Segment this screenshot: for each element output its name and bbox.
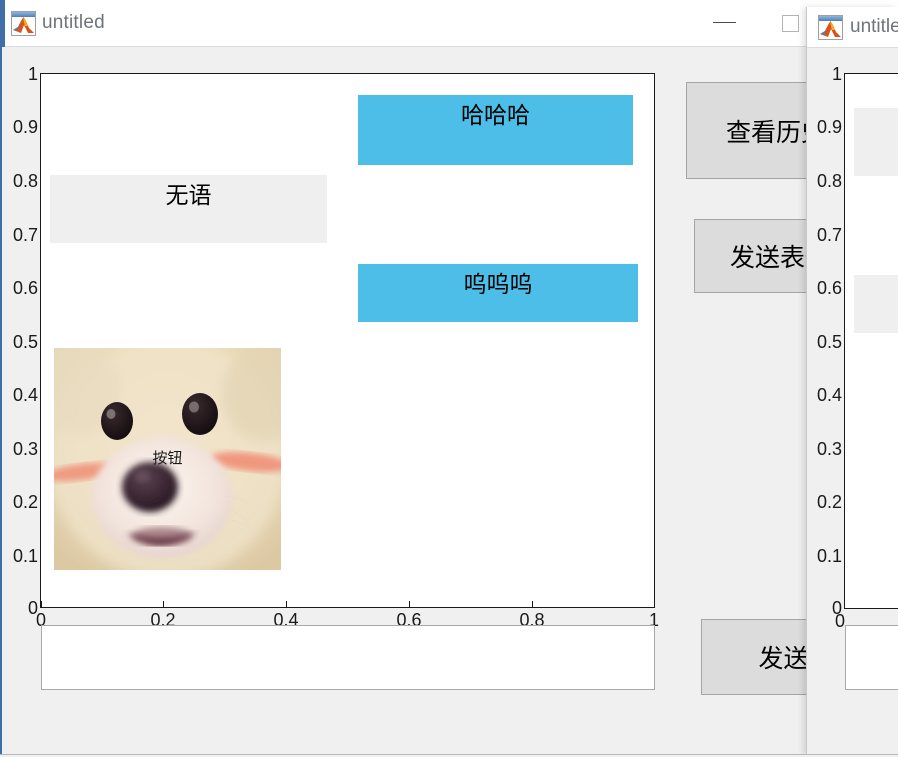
title-bar-accent bbox=[2, 0, 5, 47]
title-bar[interactable]: untitled bbox=[2, 0, 898, 47]
y-tick-label: 0.1 bbox=[816, 546, 842, 566]
y-tick-label: 0.6 bbox=[12, 278, 38, 298]
y-tick-label: 0.2 bbox=[816, 492, 842, 512]
x-tick-mark bbox=[409, 601, 410, 608]
chat-bubble-incoming[interactable] bbox=[854, 108, 898, 176]
y-tick-label: 0.2 bbox=[12, 492, 38, 512]
y-tick-label: 1 bbox=[831, 64, 842, 84]
y-tick-label: 0.1 bbox=[12, 546, 38, 566]
chat-bubble-outgoing[interactable]: 哈哈哈 bbox=[358, 95, 633, 165]
y-tick-label: 0.7 bbox=[816, 225, 842, 245]
y-tick-label: 0.3 bbox=[12, 439, 38, 459]
main-window: untitled 1 0.9 0.8 0.7 0.6 0.5 0.4 0.3 0… bbox=[0, 0, 898, 756]
y-tick-label: 0.7 bbox=[12, 225, 38, 245]
y-tick-label: 0.9 bbox=[816, 117, 842, 137]
maximize-icon bbox=[782, 15, 799, 32]
x-tick-mark bbox=[163, 601, 164, 608]
second-chat-canvas-axes[interactable] bbox=[844, 73, 898, 609]
y-tick-label: 0.5 bbox=[12, 332, 38, 352]
y-tick-label: 0.5 bbox=[816, 332, 842, 352]
message-input[interactable] bbox=[41, 625, 655, 690]
y-tick-label: 0.4 bbox=[816, 385, 842, 405]
y-tick-label: 0.9 bbox=[12, 117, 38, 137]
window-title: untitled bbox=[42, 12, 105, 33]
y-tick-label: 0.6 bbox=[816, 278, 842, 298]
y-tick-label: 0.4 bbox=[12, 385, 38, 405]
image-button-label: 按钮 bbox=[152, 449, 183, 467]
y-tick-label: 0.8 bbox=[12, 171, 38, 191]
second-message-input[interactable] bbox=[845, 625, 898, 690]
minimize-icon bbox=[713, 22, 736, 23]
chat-bubble-incoming[interactable]: 无语 bbox=[50, 175, 327, 243]
y-tick-label: 0.8 bbox=[816, 171, 842, 191]
x-tick-mark bbox=[532, 601, 533, 608]
matlab-membrane-glyph bbox=[820, 21, 841, 37]
y-tick-label: 1 bbox=[27, 64, 38, 84]
matlab-logo-icon bbox=[818, 15, 843, 40]
x-tick-label: 0 bbox=[835, 611, 846, 631]
chat-bubble-incoming[interactable] bbox=[854, 275, 898, 333]
minimize-button[interactable] bbox=[702, 0, 748, 46]
x-tick-mark bbox=[41, 601, 42, 608]
y-axis-ticks: 1 0.9 0.8 0.7 0.6 0.5 0.4 0.3 0.2 0.1 0 bbox=[2, 64, 38, 618]
x-tick-mark bbox=[286, 601, 287, 608]
matlab-logo-icon bbox=[11, 11, 36, 36]
second-window-title-bar[interactable]: untitled bbox=[807, 7, 898, 48]
chat-bubble-outgoing[interactable]: 呜呜呜 bbox=[358, 264, 638, 322]
y-tick-label: 0.3 bbox=[816, 439, 842, 459]
second-y-axis-ticks: 1 0.9 0.8 0.7 0.6 0.5 0.4 0.3 0.2 0.1 0 bbox=[807, 64, 842, 618]
matlab-membrane-glyph bbox=[13, 17, 34, 33]
second-window-title: untitled bbox=[850, 16, 898, 37]
second-window[interactable]: untitled 1 0.9 0.8 0.7 0.6 0.5 0.4 0.3 0… bbox=[806, 7, 898, 756]
emoji-image-button[interactable]: 按钮 bbox=[54, 348, 281, 570]
